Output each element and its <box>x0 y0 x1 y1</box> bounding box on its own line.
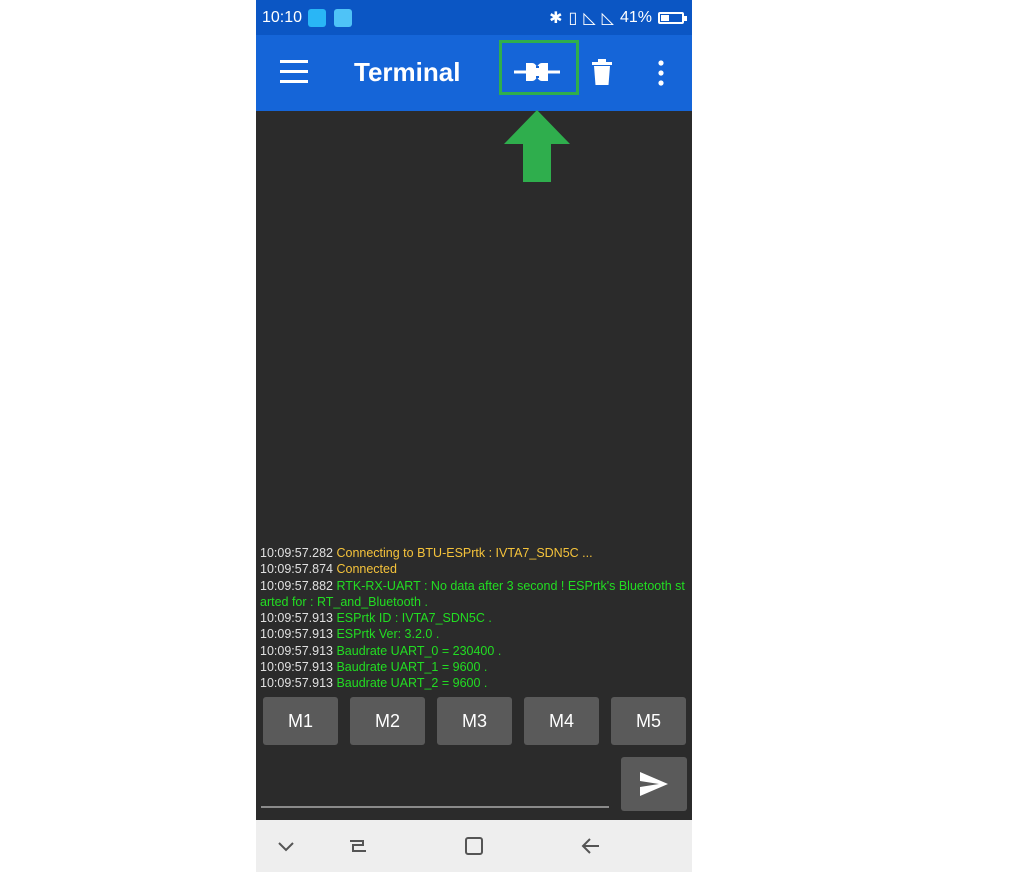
macro-button-m4[interactable]: M4 <box>524 697 599 745</box>
log-message: Baudrate UART_2 = 9600 . <box>333 676 488 691</box>
status-bar: 10:10 ✱ ▯ ◺ ◺ 41% <box>256 0 692 35</box>
back-icon[interactable] <box>578 834 602 858</box>
log-timestamp: 10:09:57.913 <box>260 611 333 626</box>
macro-button-m1[interactable]: M1 <box>263 697 338 745</box>
page-title: Terminal <box>354 57 461 87</box>
weather-icon <box>334 9 352 27</box>
log-message: ESPrtk ID : IVTA7_SDN5C . <box>333 611 492 626</box>
log-timestamp: 10:09:57.913 <box>260 643 333 658</box>
macro-button-m3[interactable]: M3 <box>437 697 512 745</box>
log-timestamp: 10:09:57.882 <box>260 578 333 593</box>
recents-icon[interactable] <box>346 834 370 858</box>
log-timestamp: 10:09:57.913 <box>260 660 333 675</box>
command-input[interactable] <box>261 760 609 808</box>
battery-percent: 41% <box>619 9 652 26</box>
menu-icon[interactable] <box>280 60 308 84</box>
trash-icon[interactable] <box>590 57 614 87</box>
log-message: Baudrate UART_0 = 230400 . <box>333 643 502 658</box>
app-bar: Terminal <box>256 35 692 111</box>
log-timestamp: 10:09:57.282 <box>260 546 333 560</box>
status-icons: ✱ ▯ ◺ ◺ 41% <box>549 8 687 28</box>
connect-plug-icon[interactable] <box>512 57 562 87</box>
phone-screen: 10:10 ✱ ▯ ◺ ◺ 41% Terminal 10:09:57.282 … <box>256 0 692 872</box>
log-message: Connecting to BTU-ESPrtk : IVTA7_SDN5C .… <box>333 546 593 560</box>
log-message: ESPrtk Ver: 3.2.0 . <box>333 627 440 642</box>
log-line: 10:09:57.913 Baudrate UART_1 = 9600 . <box>260 659 690 675</box>
terminal-log: 10:09:57.282 Connecting to BTU-ESPrtk : … <box>260 545 690 692</box>
more-vert-icon[interactable] <box>654 59 668 87</box>
vibrate-icon: ▯ <box>568 10 578 27</box>
signal-icon: ◺ <box>601 10 614 27</box>
macro-button-m5[interactable]: M5 <box>611 697 686 745</box>
status-time: 10:10 <box>262 9 303 26</box>
home-icon[interactable] <box>462 834 486 858</box>
macro-button-m2[interactable]: M2 <box>350 697 425 745</box>
bluetooth-icon: ✱ <box>549 10 563 27</box>
log-line: 10:09:57.913 Baudrate UART_2 = 9600 . <box>260 675 690 691</box>
log-message: Baudrate UART_1 = 9600 . <box>333 660 488 675</box>
log-message: Connected <box>333 562 397 577</box>
log-timestamp: 10:09:57.874 <box>260 562 333 577</box>
annotation-arrow-icon <box>504 110 570 182</box>
battery-icon <box>658 12 687 24</box>
navigation-bar <box>256 820 692 872</box>
screenshot-icon <box>308 9 326 27</box>
signal-icon: ◺ <box>583 10 596 27</box>
log-line: 10:09:57.913 ESPrtk Ver: 3.2.0 . <box>260 626 690 642</box>
log-timestamp: 10:09:57.913 <box>260 676 333 691</box>
log-line: 10:09:57.882 RTK-RX-UART : No data after… <box>260 578 690 611</box>
chevron-down-icon[interactable] <box>274 834 298 858</box>
log-line: 10:09:57.282 Connecting to BTU-ESPrtk : … <box>260 545 690 561</box>
log-line: 10:09:57.874 Connected <box>260 561 690 577</box>
log-timestamp: 10:09:57.913 <box>260 627 333 642</box>
log-line: 10:09:57.913 Baudrate UART_0 = 230400 . <box>260 643 690 659</box>
battery-fill <box>661 15 670 21</box>
send-icon <box>640 772 668 796</box>
log-line: 10:09:57.913 ESPrtk ID : IVTA7_SDN5C . <box>260 610 690 626</box>
send-button[interactable] <box>621 757 687 811</box>
macro-buttons: M1 M2 M3 M4 M5 <box>263 697 686 745</box>
